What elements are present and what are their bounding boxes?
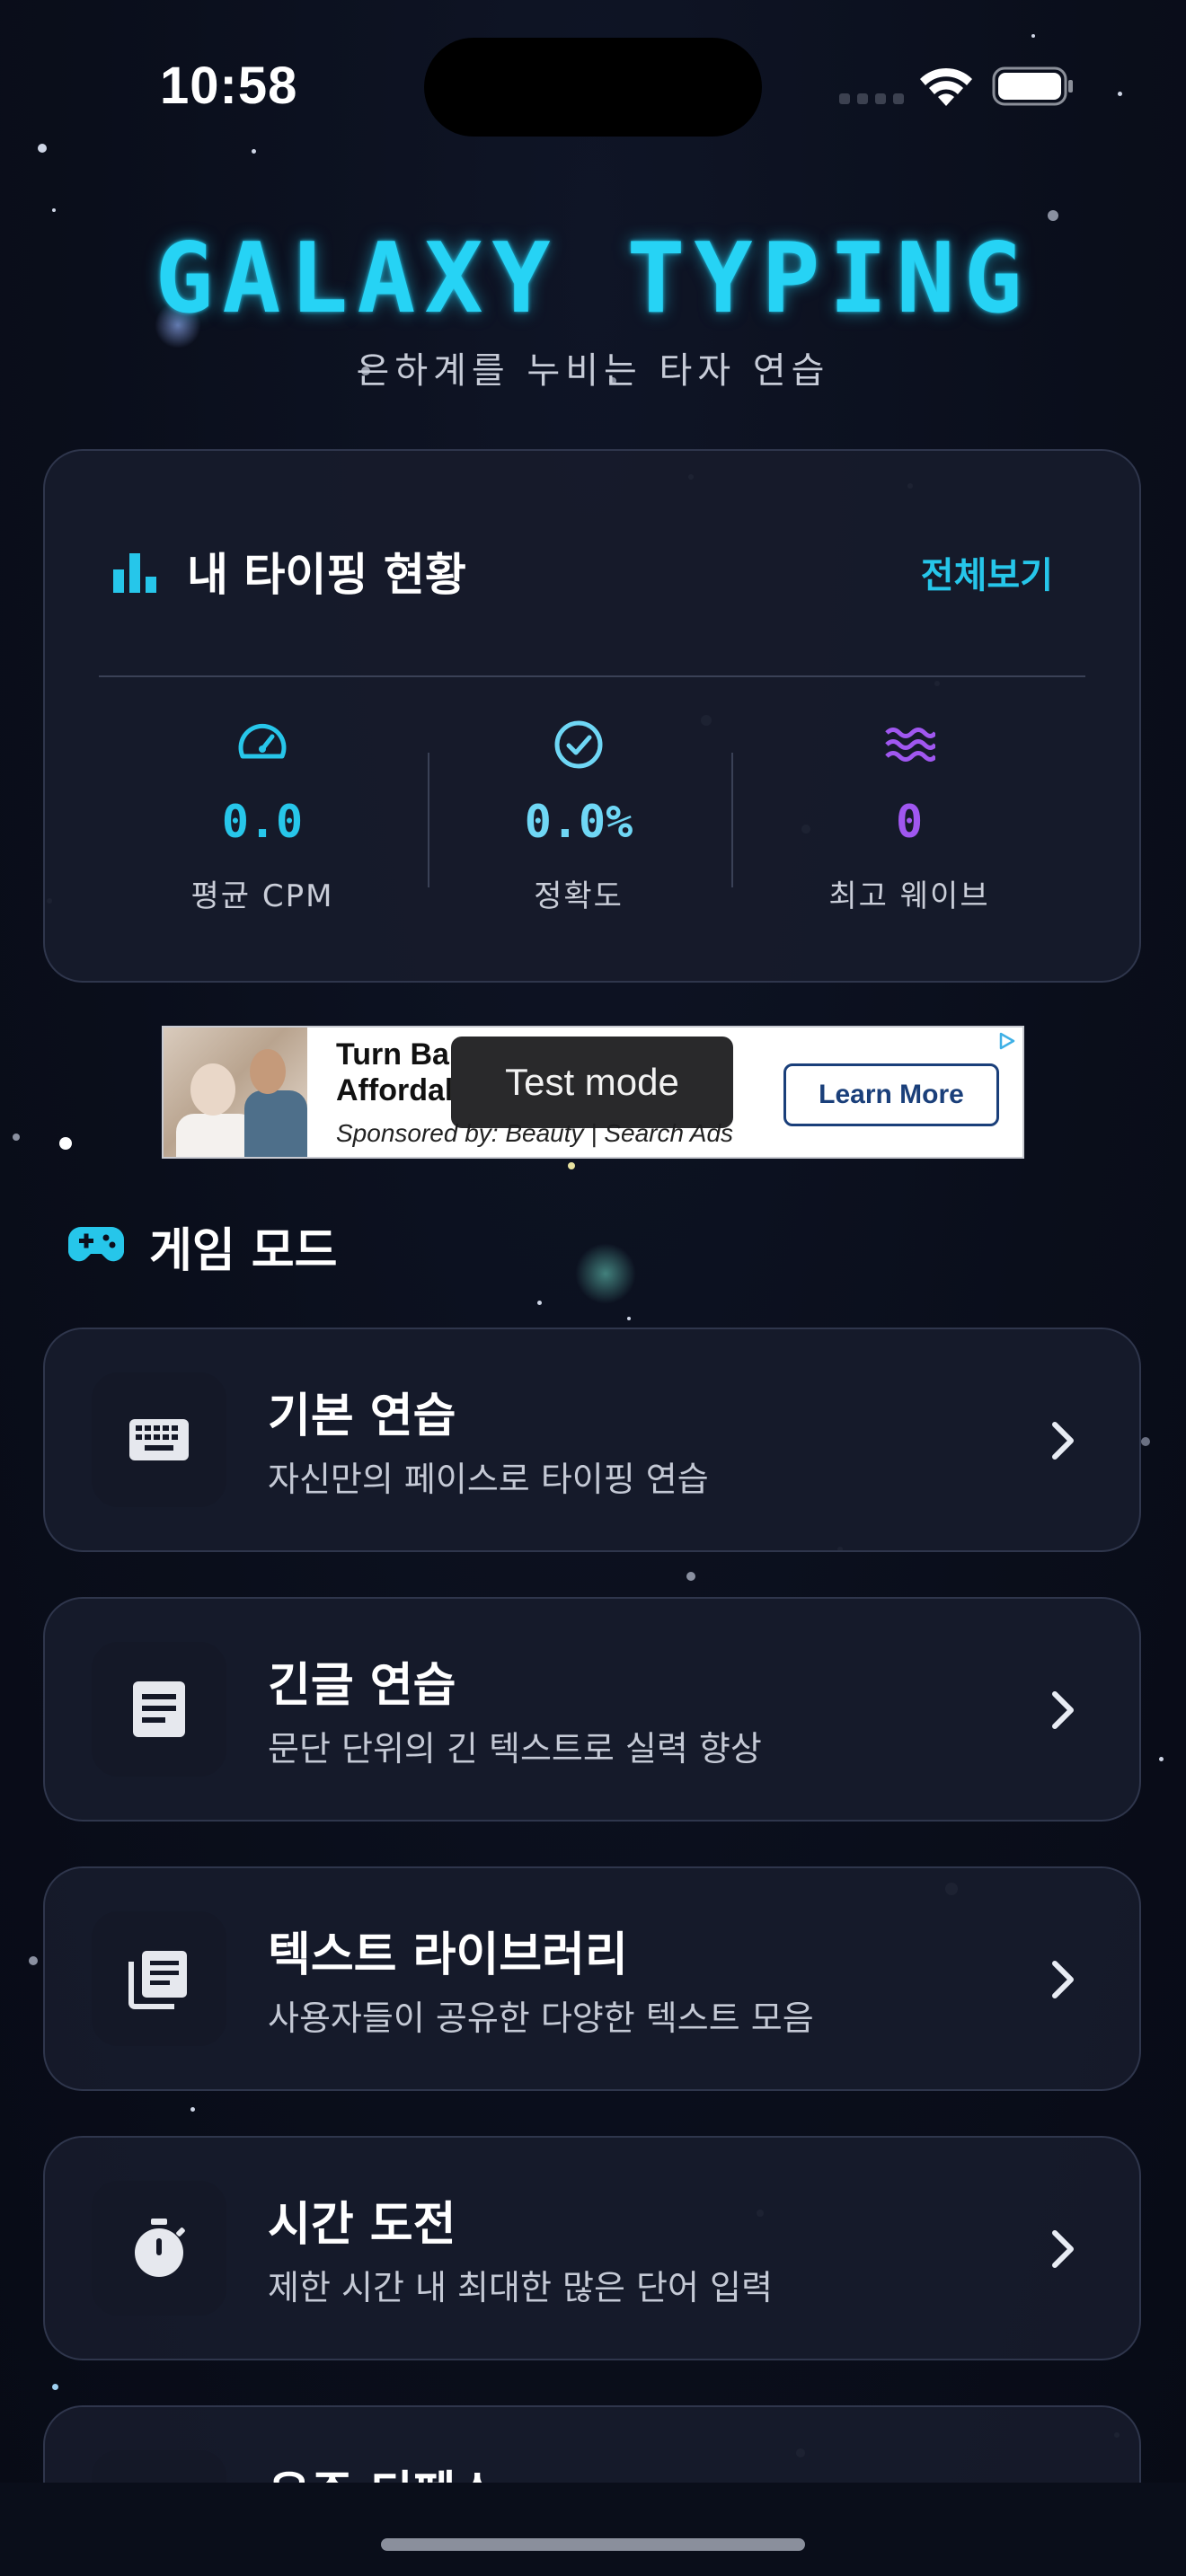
battery-icon xyxy=(992,66,1073,106)
mode-icon-box xyxy=(92,1911,226,2046)
stat-label: 최고 웨이브 xyxy=(828,878,990,914)
wifi-icon xyxy=(920,67,972,106)
mode-description: 자신만의 페이스로 타이핑 연습 xyxy=(268,1460,709,1499)
ad-learn-more-button[interactable]: Learn More xyxy=(783,1063,999,1126)
document-icon xyxy=(133,1681,185,1737)
app-title: GALAXY TYPING xyxy=(155,223,1031,335)
stat-value: 0.0 xyxy=(221,796,304,848)
chevron-right-icon xyxy=(1052,1691,1074,1729)
stat-separator xyxy=(731,753,733,887)
stat-best-wave: 0 최고 웨이브 xyxy=(757,719,1062,915)
mode-card-time-challenge[interactable]: 시간 도전 제한 시간 내 최대한 많은 단어 입력 xyxy=(43,2136,1141,2360)
check-circle-icon xyxy=(554,720,603,769)
cellular-signal-icon xyxy=(839,93,904,104)
mode-card-basic-practice[interactable]: 기본 연습 자신만의 페이스로 타이핑 연습 xyxy=(43,1328,1141,1552)
mode-card-long-text[interactable]: 긴글 연습 문단 단위의 긴 텍스트로 실력 향상 xyxy=(43,1597,1141,1822)
mode-description: 문단 단위의 긴 텍스트로 실력 향상 xyxy=(268,1729,762,1769)
stat-label: 평균 CPM xyxy=(190,878,334,914)
stat-value: 0.0% xyxy=(524,796,633,848)
ad-image xyxy=(164,1028,307,1157)
mode-title: 긴글 연습 xyxy=(268,1659,456,1713)
chevron-right-icon xyxy=(1052,1961,1074,1998)
typing-stats-card: 내 타이핑 현황 전체보기 0.0 평균 CPM 0.0% 정확도 0 최고 웨… xyxy=(43,449,1141,983)
mode-description: 사용자들이 공유한 다양한 텍스트 모음 xyxy=(268,1998,814,2038)
status-time: 10:58 xyxy=(160,57,298,115)
stat-label: 정확도 xyxy=(534,878,624,914)
bottom-safe-area xyxy=(0,2483,1186,2576)
stat-average-cpm: 0.0 평균 CPM xyxy=(110,719,415,915)
library-icon xyxy=(128,1951,187,2009)
mode-icon-box xyxy=(92,2181,226,2316)
gamepad-icon xyxy=(68,1227,124,1262)
waves-icon xyxy=(885,728,935,762)
app-screen: 10:58 GALAXY TYPING 은하계를 누비는 타자 연습 내 타이핑… xyxy=(0,0,1186,2576)
stat-accuracy: 0.0% 정확도 xyxy=(426,719,731,915)
mode-description: 제한 시간 내 최대한 많은 단어 입력 xyxy=(268,2268,773,2307)
mode-card-text-library[interactable]: 텍스트 라이브러리 사용자들이 공유한 다양한 텍스트 모음 xyxy=(43,1866,1141,2091)
test-mode-toast: Test mode xyxy=(451,1037,733,1128)
mode-title: 시간 도전 xyxy=(268,2198,456,2252)
stat-value: 0 xyxy=(895,796,924,848)
ad-choices-icon[interactable] xyxy=(997,1031,1017,1051)
app-subtitle: 은하계를 누비는 타자 연습 xyxy=(356,350,830,392)
chevron-right-icon xyxy=(1052,1422,1074,1460)
mode-icon-box xyxy=(92,1642,226,1777)
mode-title: 기본 연습 xyxy=(268,1389,456,1443)
mode-title: 텍스트 라이브러리 xyxy=(268,1928,628,1982)
bar-chart-icon xyxy=(113,553,156,593)
chevron-right-icon xyxy=(1052,2230,1074,2268)
stopwatch-icon xyxy=(135,2219,185,2277)
speedometer-icon xyxy=(238,723,287,759)
stats-divider xyxy=(99,675,1085,677)
keyboard-icon xyxy=(129,1419,189,1460)
view-all-link[interactable]: 전체보기 xyxy=(921,546,1053,598)
home-indicator[interactable] xyxy=(381,2538,805,2551)
game-modes-title: 게임 모드 xyxy=(149,1224,338,1278)
dynamic-island xyxy=(424,38,762,137)
mode-icon-box xyxy=(92,1372,226,1507)
stats-title: 내 타이핑 현황 xyxy=(187,549,466,601)
